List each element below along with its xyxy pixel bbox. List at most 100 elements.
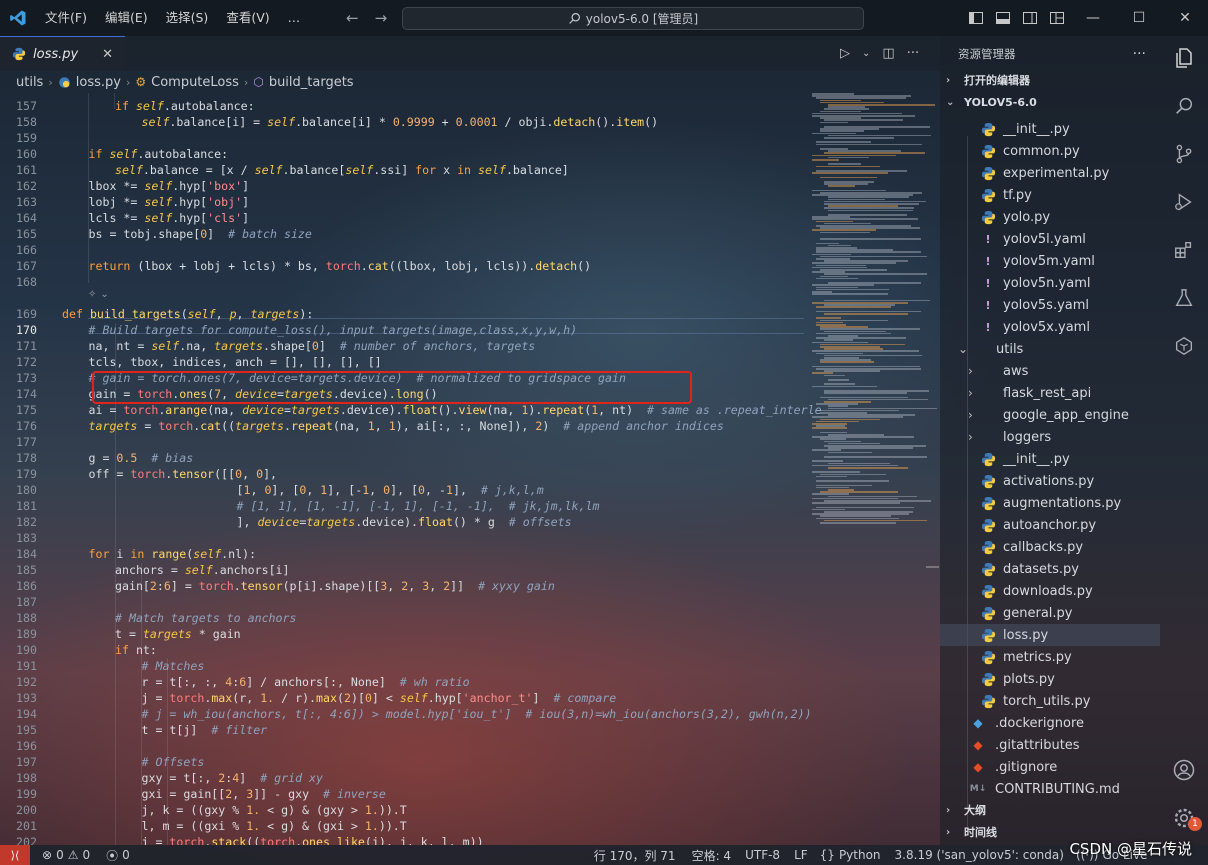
customize-layout-icon[interactable] (1043, 0, 1070, 36)
minimap[interactable] (812, 93, 937, 845)
minimize-button[interactable]: — (1070, 0, 1116, 36)
account-icon[interactable] (1160, 748, 1208, 792)
file-item[interactable]: ◆ .dockerignore (940, 712, 1160, 734)
menu-more[interactable]: … (279, 0, 310, 36)
file-item[interactable]: ◆ .gitignore (940, 756, 1160, 778)
code-line[interactable]: 186 gain[2:6] = torch.tensor(p[i].shape)[… (0, 578, 810, 594)
code-line[interactable]: 183 (0, 530, 810, 546)
code-line[interactable]: 181 # [1, 1], [1, -1], [-1, 1], [-1, -1]… (0, 498, 810, 514)
file-item[interactable]: plots.py (940, 668, 1160, 690)
file-item[interactable]: autoanchor.py (940, 514, 1160, 536)
code-line[interactable]: 182 ], device=targets.device).float() * … (0, 514, 810, 530)
ports-indicator[interactable]: ⦿ 0 (106, 845, 130, 865)
file-item[interactable]: tf.py (940, 184, 1160, 206)
settings-gear-icon[interactable]: 1 (1160, 796, 1208, 840)
code-line[interactable]: 195 t = t[j] # filter (0, 722, 810, 738)
testing-flask-icon[interactable] (1160, 276, 1208, 320)
code-line[interactable]: 164 lcls *= self.hyp['cls'] (0, 210, 810, 226)
indentation-setting[interactable]: 空格: 4 (692, 845, 732, 865)
close-window-button[interactable]: ✕ (1162, 0, 1208, 36)
code-line[interactable]: 158 self.balance[i] = self.balance[i] * 0… (0, 114, 810, 130)
run-dropdown-chevron-icon[interactable]: ⌄ (862, 48, 870, 59)
code-line[interactable]: 170 # Build targets for compute_loss(), i… (0, 322, 810, 338)
file-item[interactable]: common.py (940, 140, 1160, 162)
language-mode[interactable]: {} Python (820, 845, 881, 865)
code-line[interactable]: 187 (0, 594, 810, 610)
folder-item[interactable]: › flask_rest_api (940, 382, 1160, 404)
folder-item[interactable]: › google_app_engine (940, 404, 1160, 426)
breadcrumb-method[interactable]: build_targets (269, 75, 354, 90)
menu-view[interactable]: 查看(V) (217, 0, 278, 36)
extensions-icon[interactable] (1160, 228, 1208, 272)
section-outline[interactable]: › 大纲 (940, 799, 1160, 821)
code-line[interactable]: 157 if self.autobalance: (0, 98, 810, 114)
explorer-icon[interactable] (1160, 36, 1208, 80)
code-line[interactable]: 171 na, nt = self.na, targets.shape[0] # … (0, 338, 810, 354)
file-item[interactable]: ! yolov5s.yaml (940, 294, 1160, 316)
file-item[interactable]: ! yolov5l.yaml (940, 228, 1160, 250)
file-item[interactable]: experimental.py (940, 162, 1160, 184)
code-line[interactable]: 189 t = targets * gain (0, 626, 810, 642)
file-item[interactable]: ! yolov5n.yaml (940, 272, 1160, 294)
remote-indicator-icon[interactable]: ⟩⟨ (0, 845, 30, 865)
code-line[interactable]: 184 for i in range(self.nl): (0, 546, 810, 562)
folder-item[interactable]: › aws (940, 360, 1160, 382)
breadcrumb-file[interactable]: loss.py (76, 75, 121, 90)
file-item[interactable]: general.py (940, 602, 1160, 624)
more-actions-icon[interactable]: ··· (907, 46, 919, 61)
menu-file[interactable]: 文件(F) (36, 0, 96, 36)
file-item[interactable]: __init__.py (940, 448, 1160, 470)
tab-loss-py[interactable]: loss.py ✕ (0, 36, 125, 71)
file-item[interactable]: loss.py (940, 624, 1160, 646)
file-item[interactable]: ! yolov5m.yaml (940, 250, 1160, 272)
file-item[interactable]: M↓ CONTRIBUTING.md (940, 778, 1160, 800)
folder-item[interactable]: › loggers (940, 426, 1160, 448)
file-item[interactable]: downloads.py (940, 580, 1160, 602)
code-line[interactable]: 180 [1, 0], [0, 1], [-1, 0], [0, -1], # … (0, 482, 810, 498)
file-item[interactable]: __init__.py (940, 118, 1160, 140)
back-arrow-icon[interactable]: ← (346, 9, 359, 27)
code-line[interactable]: 177 (0, 434, 810, 450)
toggle-primary-sidebar-icon[interactable] (962, 0, 989, 36)
command-center-search[interactable]: yolov5-6.0 [管理员] (402, 7, 864, 30)
remote-explorer-icon[interactable] (1160, 324, 1208, 368)
file-item[interactable]: ! yolov5x.yaml (940, 316, 1160, 338)
tab-close-icon[interactable]: ✕ (102, 47, 113, 62)
breadcrumb-class[interactable]: ComputeLoss (151, 75, 239, 90)
code-line[interactable]: 188 # Match targets to anchors (0, 610, 810, 626)
encoding-setting[interactable]: UTF-8 (745, 845, 780, 865)
code-line[interactable]: 176 targets = torch.cat((targets.repeat(n… (0, 418, 810, 434)
file-item[interactable]: augmentations.py (940, 492, 1160, 514)
code-line[interactable]: 190 if nt: (0, 642, 810, 658)
code-line[interactable]: 161 self.balance = [x / self.balance[self… (0, 162, 810, 178)
file-item[interactable]: callbacks.py (940, 536, 1160, 558)
file-item[interactable]: activations.py (940, 470, 1160, 492)
breadcrumb-folder[interactable]: utils (16, 75, 43, 90)
code-line[interactable]: 178 g = 0.5 # bias (0, 450, 810, 466)
code-line[interactable]: 162 lbox *= self.hyp['box'] (0, 178, 810, 194)
folder-item[interactable]: ⌄ utils (940, 338, 1160, 360)
file-item[interactable]: datasets.py (940, 558, 1160, 580)
code-editor[interactable]: ✧ ⌄ 157 if self.autobalance: 158 self.balan… (0, 93, 940, 845)
eol-setting[interactable]: LF (794, 845, 808, 865)
code-line[interactable]: 159 (0, 130, 810, 146)
code-line[interactable]: 163 lobj *= self.hyp['obj'] (0, 194, 810, 210)
code-line[interactable]: 179 off = torch.tensor([[0, 0], (0, 466, 810, 482)
code-line[interactable]: 172 tcls, tbox, indices, anch = [], [], [… (0, 354, 810, 370)
menu-selection[interactable]: 选择(S) (157, 0, 218, 36)
code-line[interactable]: 196 (0, 738, 810, 754)
menu-edit[interactable]: 编辑(E) (96, 0, 157, 36)
code-line[interactable]: 166 (0, 242, 810, 258)
code-line[interactable]: 202 j = torch.stack((torch.ones_like(j), … (0, 834, 810, 845)
code-line[interactable]: 198 gxy = t[:, 2:4] # grid xy (0, 770, 810, 786)
run-and-debug-icon[interactable] (1160, 180, 1208, 224)
run-python-file-icon[interactable]: ▷ (840, 46, 850, 61)
split-editor-icon[interactable]: ◫ (882, 46, 894, 61)
code-line[interactable]: 192 r = t[:, :, 4:6] / anchors[:, None] #… (0, 674, 810, 690)
file-item[interactable]: ◆ .gitattributes (940, 734, 1160, 756)
code-line[interactable]: 165 bs = tobj.shape[0] # batch size (0, 226, 810, 242)
code-line[interactable]: 169 def build_targets(self, p, targets): (0, 306, 810, 322)
forward-arrow-icon[interactable]: → (375, 9, 388, 27)
code-line[interactable] (0, 290, 810, 306)
code-line[interactable]: 191 # Matches (0, 658, 810, 674)
